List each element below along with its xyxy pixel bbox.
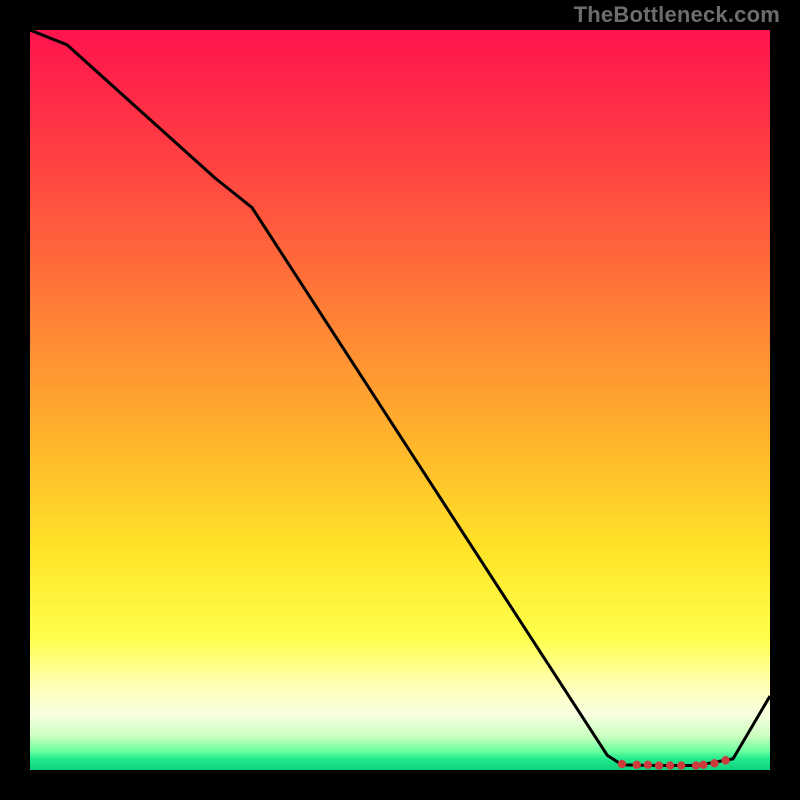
- chart-svg: [30, 30, 770, 770]
- marker-dot: [710, 759, 718, 767]
- marker-dot: [644, 761, 652, 769]
- marker-dot: [666, 761, 674, 769]
- marker-dot: [618, 760, 626, 768]
- marker-dot: [699, 761, 707, 769]
- marker-dot: [721, 756, 729, 764]
- marker-dot: [692, 761, 700, 769]
- gradient-background: [30, 30, 770, 770]
- attribution-label: TheBottleneck.com: [574, 2, 780, 28]
- plot-area: [30, 30, 770, 770]
- marker-dot: [655, 761, 663, 769]
- chart-stage: TheBottleneck.com: [0, 0, 800, 800]
- marker-dot: [677, 761, 685, 769]
- marker-dot: [633, 761, 641, 769]
